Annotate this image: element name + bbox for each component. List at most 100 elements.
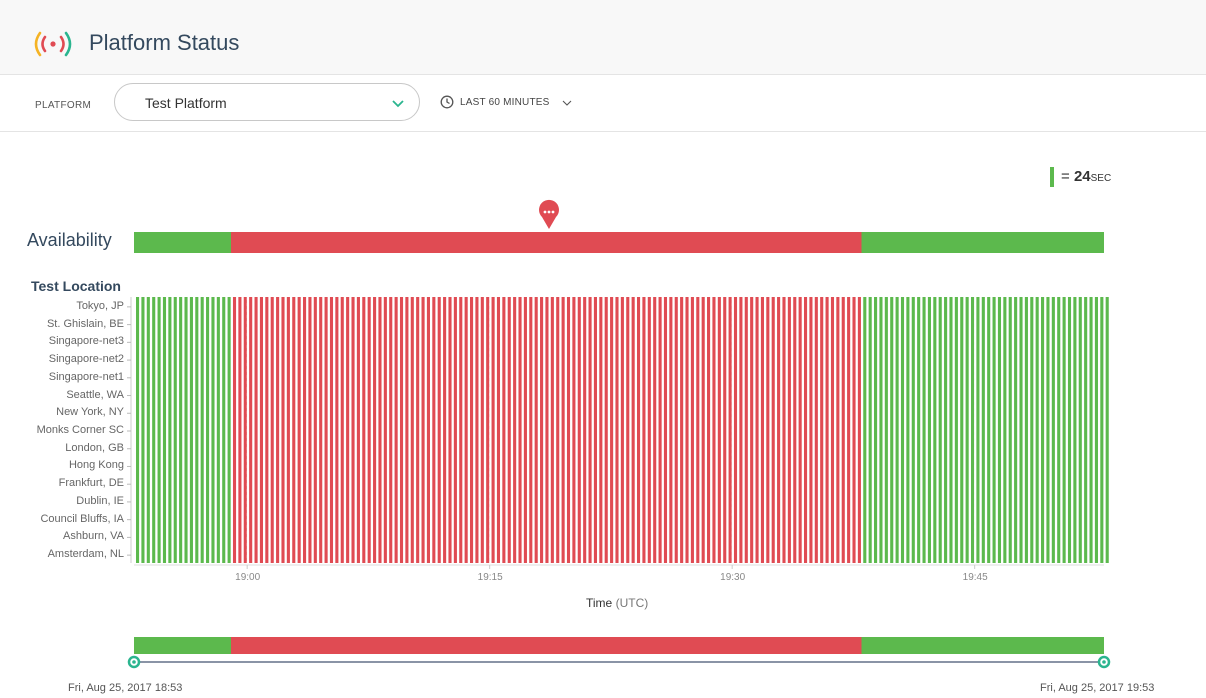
heatmap-cell — [701, 297, 705, 563]
heatmap-cell — [1100, 297, 1104, 563]
heatmap-cell — [1046, 297, 1050, 563]
heatmap-cell — [1089, 297, 1093, 563]
heatmap-cell — [739, 297, 743, 563]
heatmap-cell — [723, 297, 727, 563]
heatmap-cell — [895, 297, 899, 563]
heatmap-cell — [917, 297, 921, 563]
heatmap-cell — [1105, 297, 1109, 563]
x-tick-label: 19:45 — [962, 572, 988, 583]
heatmap-cell — [922, 297, 926, 563]
heatmap-cell — [232, 297, 237, 563]
heatmap-cell — [1062, 297, 1066, 563]
location-label: Singapore-net1 — [48, 370, 124, 383]
heatmap-cell — [841, 297, 845, 563]
incident-pin-icon[interactable] — [539, 199, 559, 229]
heatmap-cell — [884, 297, 888, 563]
heatmap-cell — [669, 297, 673, 563]
heatmap-cell — [653, 297, 657, 563]
heatmap-cell — [292, 297, 296, 563]
heatmap-cell — [636, 297, 641, 563]
heatmap-cell — [179, 297, 183, 563]
heatmap-cell — [685, 297, 689, 563]
heatmap-cell — [572, 297, 576, 563]
heatmap-cell — [803, 297, 808, 563]
heatmap-cell — [610, 297, 614, 563]
heatmap-cell — [491, 297, 495, 563]
range-overview-segment — [231, 637, 862, 654]
heatmap-cell — [324, 297, 328, 563]
heatmap-cell — [480, 297, 484, 563]
heatmap-cell — [453, 297, 457, 563]
range-start-date: Fri, Aug 25, 2017 18:53 — [68, 682, 183, 694]
heatmap-cell — [496, 297, 501, 563]
heatmap-cell — [992, 297, 996, 563]
heatmap-cell — [276, 297, 280, 563]
heatmap-cell — [927, 297, 931, 563]
pin-dot — [551, 210, 555, 214]
heatmap-cell — [313, 297, 317, 563]
heatmap-cell — [162, 297, 167, 563]
heatmap-cell — [777, 297, 781, 563]
heatmap-cell — [857, 297, 861, 563]
heatmap-cell — [793, 297, 797, 563]
range-handle-dot — [132, 660, 136, 664]
heatmap-cell — [787, 297, 791, 563]
heatmap-cell — [561, 297, 565, 563]
heatmap-cell — [1073, 297, 1077, 563]
heatmap-cell — [410, 297, 414, 563]
heatmap-cell — [540, 297, 544, 563]
heatmap-cell — [335, 297, 339, 563]
heatmap-cell — [707, 297, 711, 563]
heatmap-cell — [243, 297, 247, 563]
location-label: Singapore-net2 — [48, 353, 124, 366]
location-label: Singapore-net3 — [48, 335, 124, 348]
heatmap-cell — [486, 297, 490, 563]
heatmap-cell — [647, 297, 651, 563]
heatmap-cell — [356, 297, 360, 563]
heatmap-cell — [782, 297, 786, 563]
location-label: London, GB — [65, 441, 124, 454]
heatmap-cell — [658, 297, 662, 563]
heatmap-cell — [437, 297, 441, 563]
x-axis-unit: (UTC) — [615, 596, 649, 610]
location-label: Frankfurt, DE — [58, 477, 124, 490]
x-tick-label: 19:00 — [235, 572, 261, 583]
heatmap-cell — [1019, 297, 1023, 563]
heatmap-cell — [874, 297, 878, 563]
heatmap-cell — [938, 297, 942, 563]
heatmap-cell — [863, 297, 867, 563]
heatmap-cell — [469, 297, 474, 563]
heatmap-cell — [556, 297, 560, 563]
heatmap-cell — [733, 297, 738, 563]
heatmap-cell — [216, 297, 220, 563]
availability-segment — [861, 232, 1104, 253]
heatmap-cell — [933, 297, 937, 563]
heatmap-cell — [798, 297, 802, 563]
heatmap-cell — [249, 297, 253, 563]
location-label: St. Ghislain, BE — [46, 317, 124, 330]
heatmap-cell — [1057, 297, 1061, 563]
heatmap-cell — [195, 297, 199, 563]
heatmap-cell — [362, 297, 366, 563]
heatmap-cell — [712, 297, 716, 563]
heatmap-cell — [696, 297, 700, 563]
heatmap-cell — [868, 297, 872, 563]
availability-bar — [127, 199, 1111, 669]
heatmap-cell — [879, 297, 883, 563]
heatmap-cell — [383, 297, 387, 563]
heatmap-cell — [545, 297, 549, 563]
heatmap-cell — [1024, 297, 1028, 563]
heatmap-cell — [615, 297, 619, 563]
heatmap-cell — [1030, 297, 1034, 563]
heatmap-cell — [626, 297, 630, 563]
heatmap-cell — [394, 297, 398, 563]
heatmap-cell — [588, 297, 592, 563]
heatmap-cell — [604, 297, 608, 563]
heatmap-cell — [1051, 297, 1055, 563]
location-label: Seattle, WA — [66, 388, 124, 401]
location-label: Ashburn, VA — [63, 530, 124, 543]
heatmap-cell — [238, 297, 242, 563]
range-overview-segment — [134, 637, 231, 654]
heatmap-cell — [593, 297, 597, 563]
heatmap-cell — [222, 297, 226, 563]
